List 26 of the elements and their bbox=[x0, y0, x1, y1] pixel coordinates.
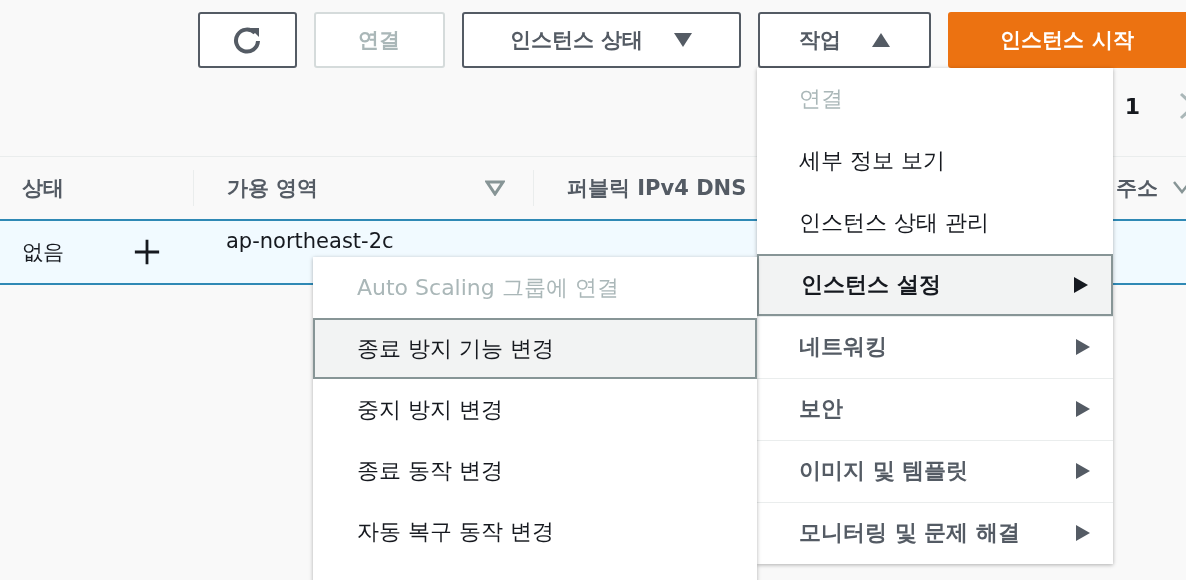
table-cell-text: 없음 bbox=[22, 239, 64, 266]
submenu-arrow-icon bbox=[1075, 338, 1091, 356]
filter-icon[interactable] bbox=[1172, 180, 1186, 196]
submenu-arrow-icon bbox=[1075, 400, 1091, 418]
submenu-arrow-icon bbox=[1073, 276, 1089, 294]
column-header[interactable]: 상태 bbox=[22, 174, 64, 202]
menu-item[interactable]: 세부 정보 보기 bbox=[757, 130, 1113, 192]
column-header[interactable]: 퍼블릭 IPv4 DNS bbox=[567, 174, 747, 202]
column-header[interactable]: 가용 영역 bbox=[227, 174, 319, 202]
table-cell: ap-northeast-2c bbox=[226, 229, 394, 253]
menu-item[interactable]: 인스턴스 설정 bbox=[757, 254, 1113, 316]
dropdown-button[interactable]: 인스턴스 상태 bbox=[461, 12, 742, 68]
menu-item[interactable]: 중지 방지 변경 bbox=[313, 379, 757, 440]
page-number[interactable]: 1 bbox=[1124, 93, 1140, 119]
menu-item[interactable]: 종료 방지 기능 변경 bbox=[313, 318, 757, 379]
menu-item[interactable]: 자동 복구 동작 변경 bbox=[313, 501, 757, 562]
filter-icon[interactable] bbox=[485, 180, 505, 196]
dropdown-button[interactable]: 작업 bbox=[758, 12, 932, 68]
submenu-arrow-icon bbox=[1075, 524, 1091, 542]
plus-icon[interactable] bbox=[133, 238, 161, 266]
submenu-arrow-icon bbox=[1075, 462, 1091, 480]
caret-down-icon bbox=[673, 32, 694, 48]
column-header[interactable]: 주소 bbox=[1116, 174, 1158, 202]
refresh-button[interactable] bbox=[198, 12, 297, 68]
menu-item[interactable]: 종료 동작 변경 bbox=[313, 440, 757, 501]
caret-up-icon bbox=[870, 32, 891, 48]
